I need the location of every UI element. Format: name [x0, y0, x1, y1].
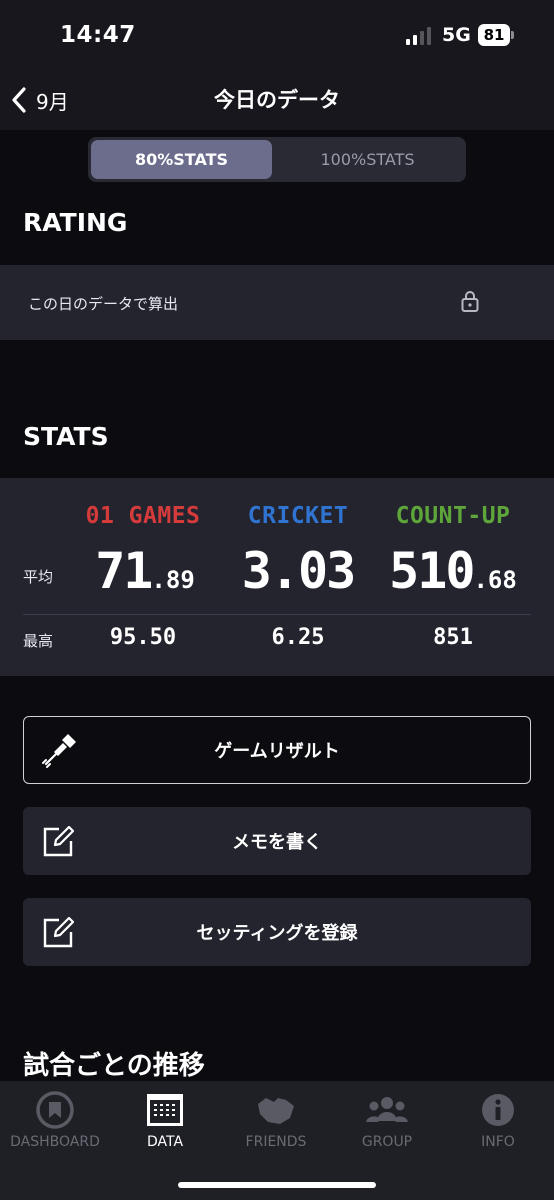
calendar-icon	[147, 1094, 183, 1126]
transition-title: 試合ごとの推移	[23, 1051, 205, 1081]
avg-cricket: 3.03	[241, 542, 356, 600]
max-countup: 851	[433, 625, 473, 650]
status-time: 14:47	[60, 22, 136, 48]
tab-dashboard[interactable]: DASHBOARD	[0, 1090, 110, 1150]
lock-icon	[461, 291, 479, 312]
avg-01: 71.89	[95, 542, 195, 600]
dashboard-icon	[36, 1091, 74, 1129]
avg-countup: 510.68	[389, 542, 517, 600]
game-result-label: ゲームリザルト	[214, 741, 340, 762]
friends-icon	[258, 1098, 294, 1124]
signal-icon	[406, 27, 434, 45]
page-title: 今日のデータ	[214, 88, 340, 112]
tab-label: DATA	[146, 1134, 184, 1150]
max-label: 最高	[23, 632, 54, 650]
max-01: 95.50	[109, 625, 177, 650]
stats-divider	[23, 614, 531, 615]
max-cricket: 6.25	[271, 625, 325, 650]
tab-label: INFO	[481, 1134, 515, 1150]
write-memo-label: メモを書く	[232, 832, 322, 853]
home-indicator	[178, 1182, 376, 1188]
info-icon	[482, 1094, 514, 1126]
segment-80-stats[interactable]: 80%STATS	[91, 140, 272, 179]
tab-data[interactable]: DATA	[110, 1090, 220, 1150]
tab-label: FRIENDS	[245, 1134, 307, 1150]
game-head-countup: COUNT-UP	[395, 503, 511, 529]
battery-icon: 81	[478, 24, 510, 46]
register-setting-label: セッティングを登録	[196, 923, 358, 944]
write-memo-button[interactable]: メモを書く	[23, 807, 531, 875]
avg-label: 平均	[23, 568, 54, 586]
battery-tip	[511, 31, 514, 39]
game-head-cricket: CRICKET	[247, 503, 349, 529]
network-label: 5G	[442, 24, 471, 46]
game-result-button[interactable]: ゲームリザルト	[23, 716, 531, 784]
rating-title: RATING	[23, 208, 128, 237]
tab-friends[interactable]: FRIENDS	[221, 1090, 331, 1150]
game-head-01: 01 GAMES	[85, 503, 201, 529]
tab-label: GROUP	[361, 1134, 413, 1150]
tab-group[interactable]: GROUP	[332, 1090, 442, 1150]
rating-text: この日のデータで算出	[28, 295, 179, 313]
register-setting-button[interactable]: セッティングを登録	[23, 898, 531, 966]
group-icon	[366, 1097, 408, 1122]
tab-info[interactable]: INFO	[443, 1090, 553, 1150]
tab-label: DASHBOARD	[10, 1134, 100, 1150]
stats-title: STATS	[23, 422, 109, 451]
segment-100-stats[interactable]: 100%STATS	[277, 140, 458, 179]
